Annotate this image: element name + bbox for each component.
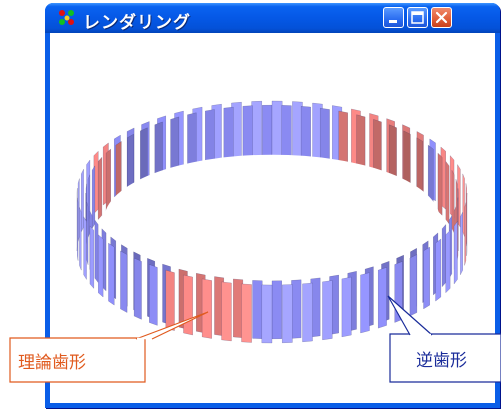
gear-tooth-face <box>201 278 212 339</box>
gear-tooth-face <box>445 160 450 225</box>
gear-tooth-face <box>360 272 370 334</box>
gear-tooth-face <box>271 280 282 340</box>
gear-tooth-face <box>91 164 96 230</box>
gear-tooth-face <box>108 242 115 306</box>
gear-tooth-face <box>262 104 273 164</box>
gear-tooth-face <box>133 257 142 320</box>
gear-tooth-face <box>252 280 263 339</box>
callout-theoretical-tooth: 理論歯形 <box>18 352 86 373</box>
gear-tooth-face <box>165 269 175 332</box>
maximize-button[interactable] <box>407 7 428 28</box>
gear-tooth-face <box>462 173 465 237</box>
gear-tooth-face <box>81 169 84 232</box>
gear-tooth-face <box>241 283 252 343</box>
gear-tooth-face <box>302 282 313 343</box>
close-icon <box>435 11 448 24</box>
callout-inverse-tooth: 逆歯形 <box>416 350 467 371</box>
gear-tooth-face <box>261 284 273 344</box>
gear-tooth-face <box>394 260 403 323</box>
gear-tooth-face <box>341 276 352 338</box>
gear-tooth-face <box>94 219 99 284</box>
minimize-icon <box>389 20 397 23</box>
gear-tooth-face <box>87 174 91 238</box>
gear-tooth-face <box>281 284 293 344</box>
gear-tooth-face <box>441 223 447 288</box>
gear-tooth-face <box>322 280 333 341</box>
gear-tooth-face <box>435 238 442 302</box>
gear-tooth-face <box>89 225 95 290</box>
gear-tooth-face <box>377 267 387 329</box>
gear-tooth-face <box>251 100 263 160</box>
maximize-icon <box>411 11 424 24</box>
gear-tooth-face <box>291 279 302 339</box>
window-title: レンダリング <box>83 13 191 33</box>
gear-tooth-face <box>221 281 232 342</box>
gear-tooth-face <box>451 170 455 233</box>
gear-tooth-face <box>149 264 158 326</box>
title-bar[interactable]: レンダリング <box>45 3 500 33</box>
gear-tooth-face <box>409 254 418 317</box>
gear-tooth-face <box>83 215 87 281</box>
gear-tooth-face <box>77 197 79 261</box>
gear-tooth-face <box>445 229 451 294</box>
gear-tooth-face <box>460 212 463 275</box>
render-app-icon <box>59 10 74 25</box>
gear-tooth-face <box>98 234 104 298</box>
gear-tooth-face <box>97 156 103 221</box>
minimize-button[interactable] <box>383 7 404 28</box>
gear-tooth-face <box>79 207 82 271</box>
gear-tooth-face <box>437 152 443 216</box>
gear-tooth-face <box>271 100 283 160</box>
close-button[interactable] <box>431 7 452 28</box>
gear-tooth-face <box>120 250 128 313</box>
gear-tooth-face <box>86 202 89 265</box>
gear-tooth-face <box>105 148 111 212</box>
gear-tooth-face <box>423 246 431 310</box>
gear-tooth-face <box>453 220 458 285</box>
gear-tooth-face <box>183 274 193 336</box>
gear-tooth-face <box>464 202 467 266</box>
